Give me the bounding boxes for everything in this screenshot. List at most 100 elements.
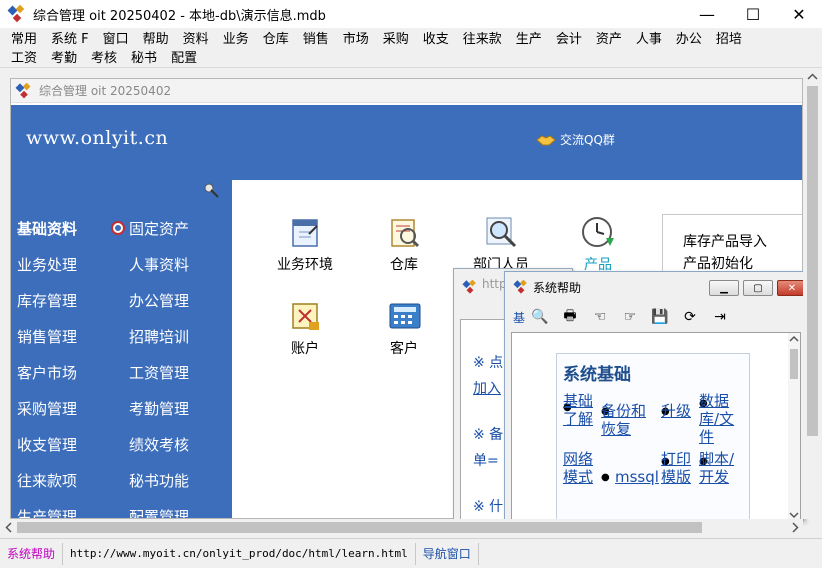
maximize-button[interactable]: ☐	[730, 0, 776, 28]
tile-business-env[interactable]: 业务环境	[260, 214, 350, 274]
help-link[interactable]: 升级	[661, 402, 695, 420]
tile-label: 业务环境	[277, 257, 333, 273]
menu-item[interactable]: 帮助	[136, 30, 176, 49]
exit-icon[interactable]: ⇥	[705, 306, 735, 328]
nav-item[interactable]: 办公管理	[129, 290, 189, 311]
tile-dept-staff[interactable]: 部门人员	[456, 214, 546, 274]
nav-item-basic-data[interactable]: 基础资料	[17, 218, 77, 239]
help-link[interactable]: 打印模版	[661, 450, 695, 486]
tile-account[interactable]: 账户	[260, 298, 350, 358]
menu-item[interactable]: 会计	[549, 30, 589, 49]
nav-item[interactable]: 生产管理	[17, 506, 77, 518]
app-icon	[513, 279, 527, 294]
menu-item[interactable]: 招培	[709, 30, 749, 49]
menu-item[interactable]: 系统 F	[44, 30, 96, 49]
nav-item[interactable]: 绩效考核	[129, 434, 189, 455]
scroll-left-icon[interactable]	[2, 519, 16, 536]
nav-item[interactable]: 配置管理	[129, 506, 189, 518]
nav-item[interactable]: 销售管理	[17, 326, 77, 347]
pin-icon[interactable]	[203, 182, 221, 200]
nav-item[interactable]: 秘书功能	[129, 470, 189, 491]
mdi-title-bar[interactable]: 综合管理 oit 20250402	[11, 79, 802, 103]
save-icon[interactable]: 💾	[645, 306, 675, 328]
nav-item[interactable]: 人事资料	[129, 254, 189, 275]
tile-warehouse[interactable]: 仓库	[359, 214, 449, 274]
help-link[interactable]: mssql	[615, 468, 659, 486]
print-icon[interactable]: 🖶	[555, 306, 585, 328]
help-minimize-button[interactable]: ▁	[709, 280, 739, 296]
qq-group-link[interactable]: 交流QQ群	[536, 131, 615, 148]
help-link[interactable]: 基础了解	[563, 392, 597, 428]
scroll-right-icon[interactable]	[788, 519, 802, 536]
quick-link[interactable]: 库存产品导入	[683, 231, 802, 253]
nav-item[interactable]: 客户市场	[17, 362, 77, 383]
help-link[interactable]: 网络模式	[563, 450, 597, 486]
menu-item[interactable]: 往来款	[456, 30, 509, 49]
bullet: ●	[601, 472, 610, 483]
tile-customer[interactable]: 客户	[359, 298, 449, 358]
tile-product[interactable]: 产品	[553, 214, 643, 274]
menu-item[interactable]: 收支	[416, 30, 456, 49]
menu-item[interactable]: 考勤	[44, 49, 84, 68]
nav-item[interactable]: 考勤管理	[129, 398, 189, 419]
menu-item[interactable]: 工资	[4, 49, 44, 68]
find-icon[interactable]: 🔍	[525, 306, 555, 328]
back-icon[interactable]: ☜	[585, 306, 615, 328]
main-horizontal-thumb[interactable]	[17, 522, 702, 533]
app-icon	[7, 4, 27, 24]
menu-item[interactable]: 生产	[509, 30, 549, 49]
help-scroll-thumb[interactable]	[790, 349, 798, 379]
menu-item[interactable]: 配置	[164, 49, 204, 68]
menu-item[interactable]: 窗口	[96, 30, 136, 49]
status-help-link[interactable]: 系统帮助	[0, 542, 64, 565]
menu-item[interactable]: 采购	[376, 30, 416, 49]
account-icon	[285, 298, 325, 334]
menu-item[interactable]: 业务	[216, 30, 256, 49]
menu-item[interactable]: 销售	[296, 30, 336, 49]
tile-label: 客户	[390, 341, 418, 357]
calendar-icon	[285, 214, 325, 250]
nav-item[interactable]: 采购管理	[17, 398, 77, 419]
menu-item[interactable]: 资料	[176, 30, 216, 49]
menu-item[interactable]: 人事	[629, 30, 669, 49]
main-horizontal-scrollbar[interactable]	[0, 519, 803, 536]
help-vertical-scrollbar[interactable]	[788, 333, 800, 521]
help-window: 系统帮助 ▁ ▢ ✕ 基 🔍 🖶 ☜ ☞ 💾 ⟳ ⇥ 系统基础 ● 基础了解 ●…	[504, 271, 807, 522]
nav-item[interactable]: 库存管理	[17, 290, 77, 311]
help-link[interactable]: 备份和恢复	[601, 402, 653, 438]
close-button[interactable]: ✕	[776, 0, 822, 28]
banner-url[interactable]: www.onlyit.cn	[26, 127, 168, 149]
web-text: 单=	[473, 453, 499, 469]
menu-item[interactable]: 秘书	[124, 49, 164, 68]
main-vertical-thumb[interactable]	[807, 86, 818, 436]
nav-item[interactable]: 工资管理	[129, 362, 189, 383]
menu-item[interactable]: 市场	[336, 30, 376, 49]
menu-item[interactable]: 仓库	[256, 30, 296, 49]
toolbar-basic-label[interactable]: 基	[513, 306, 525, 328]
scroll-up-icon[interactable]	[788, 333, 800, 345]
forward-icon[interactable]: ☞	[615, 306, 645, 328]
refresh-icon[interactable]: ⟳	[675, 306, 705, 328]
menu-item[interactable]: 常用	[4, 30, 44, 49]
scroll-up-icon[interactable]	[803, 70, 822, 84]
nav-item[interactable]: 业务处理	[17, 254, 77, 275]
status-nav-window[interactable]: 导航窗口	[416, 542, 479, 565]
minimize-button[interactable]: —	[684, 0, 730, 28]
window-title: 综合管理 oit 20250402 - 本地-db\演示信息.mdb	[33, 8, 326, 24]
status-url[interactable]: http://www.myoit.cn/onlyit_prod/doc/html…	[63, 542, 416, 565]
nav-item[interactable]: 固定资产	[129, 218, 189, 239]
menu-item[interactable]: 资产	[589, 30, 629, 49]
menu-item[interactable]: 考核	[84, 49, 124, 68]
nav-item[interactable]: 往来款项	[17, 470, 77, 491]
warehouse-icon	[384, 214, 424, 250]
menu-item[interactable]: 办公	[669, 30, 709, 49]
help-link[interactable]: 数据库/文件	[699, 392, 747, 446]
menu-row-1: 常用 系统 F 窗口 帮助 资料 业务 仓库 销售 市场 采购 收支 往来款 生…	[4, 30, 749, 49]
web-link[interactable]: 加入	[473, 378, 501, 398]
help-link[interactable]: 脚本/开发	[699, 450, 747, 486]
nav-item[interactable]: 收支管理	[17, 434, 77, 455]
help-maximize-button[interactable]: ▢	[743, 280, 773, 296]
main-vertical-scrollbar[interactable]	[803, 70, 822, 519]
left-nav: 基础资料 业务处理 库存管理 销售管理 客户市场 采购管理 收支管理 往来款项 …	[11, 180, 232, 518]
nav-item[interactable]: 招聘培训	[129, 326, 189, 347]
